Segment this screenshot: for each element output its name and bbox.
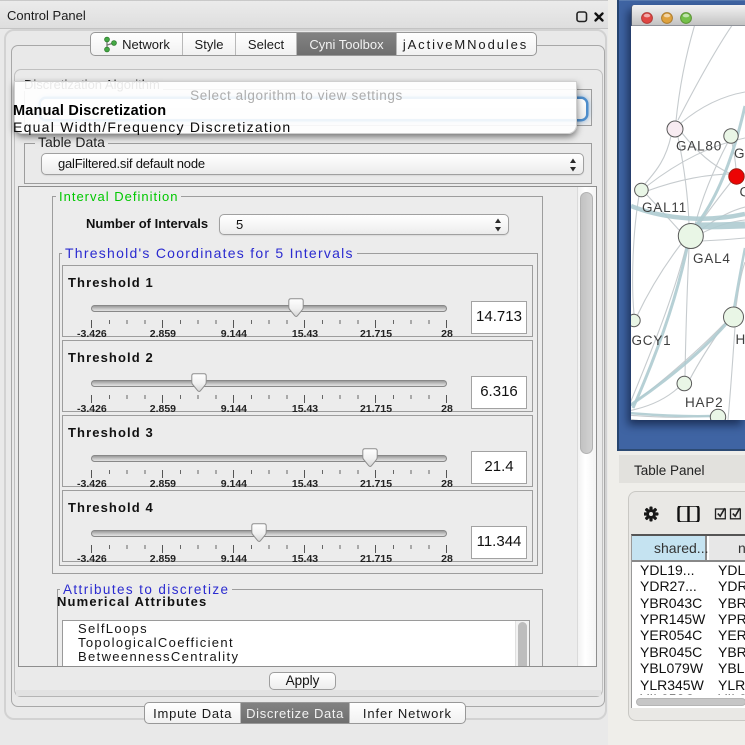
svg-text:GAL3: GAL3 [734,146,745,161]
svg-text:HAP2: HAP2 [685,395,723,410]
svg-text:GAL4: GAL4 [693,251,731,266]
svg-text:GAL11: GAL11 [642,200,687,215]
svg-text:GCY1: GCY1 [632,333,672,348]
svg-text:CYC8: CYC8 [740,185,745,200]
svg-text:GAL80: GAL80 [676,139,722,154]
svg-text:HIS7: HIS7 [736,332,745,347]
